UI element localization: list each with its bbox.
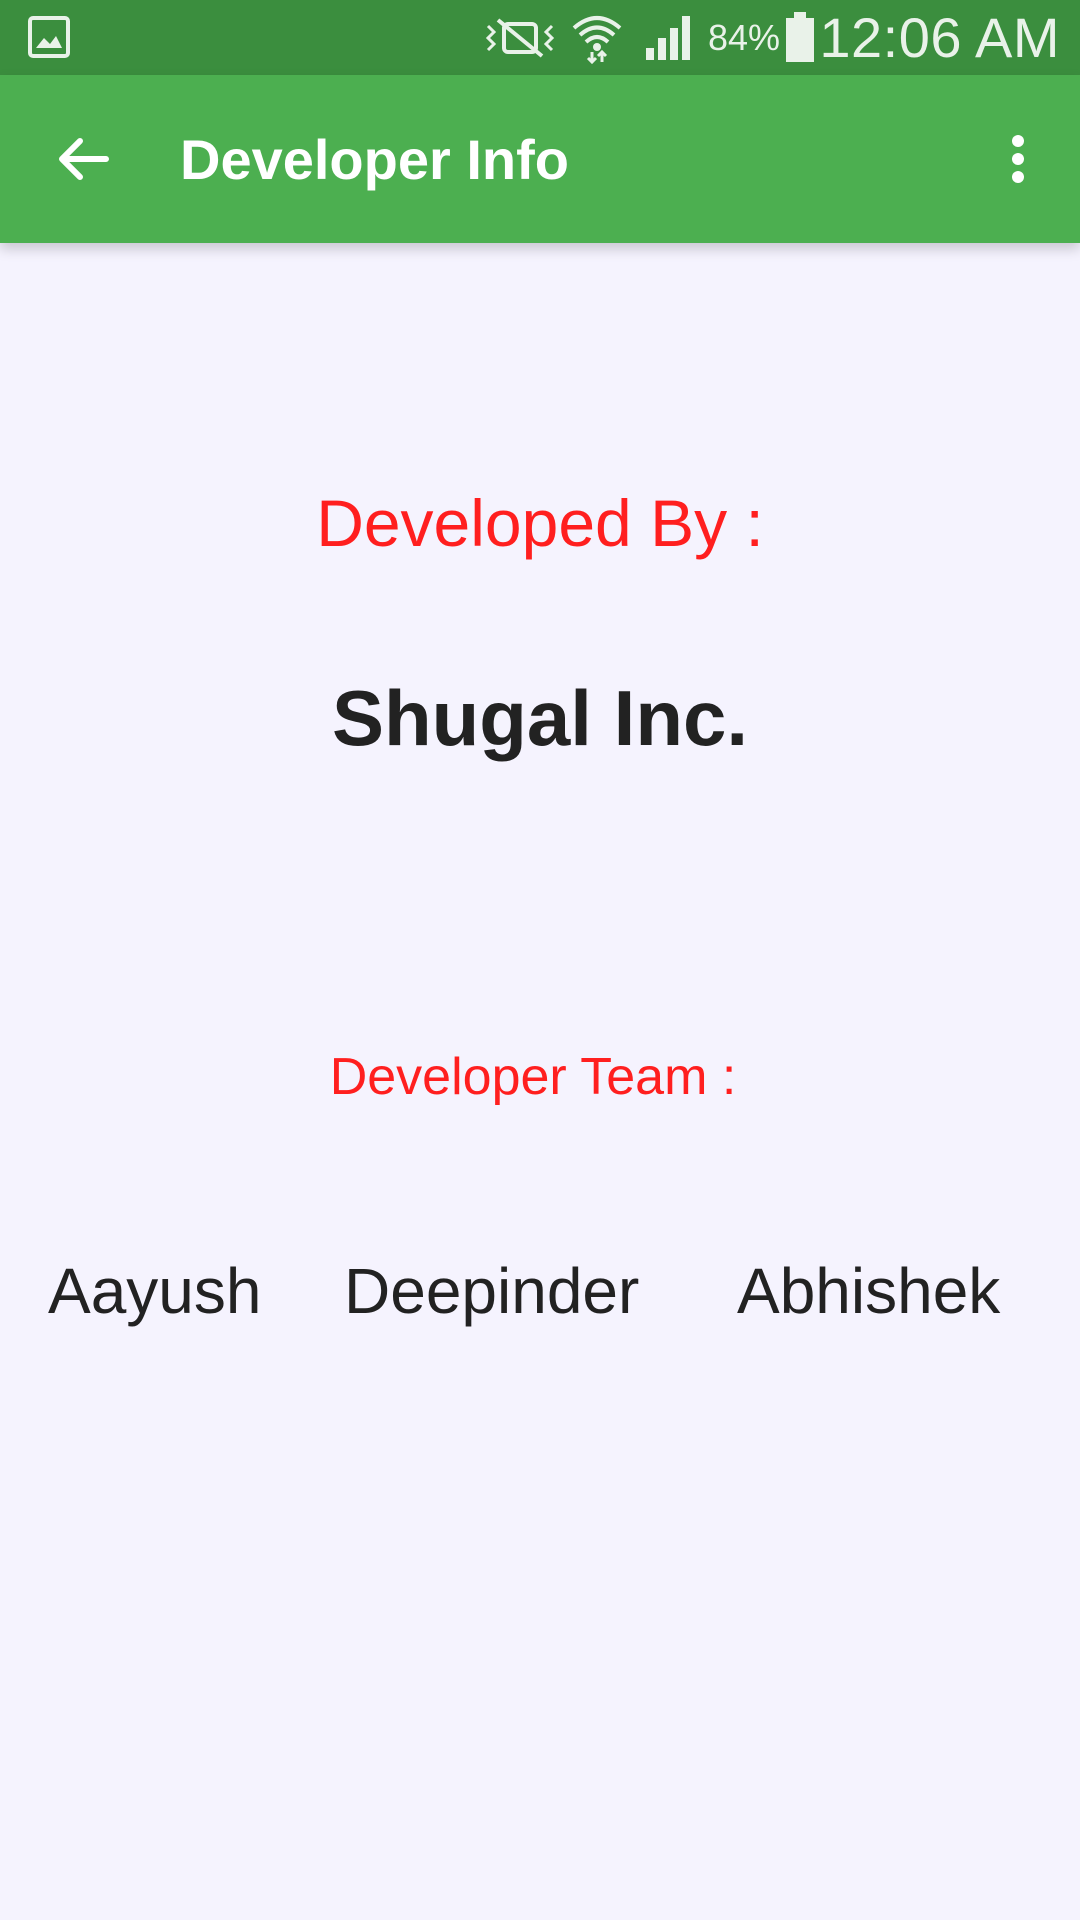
team-member: Aayush	[48, 1255, 262, 1327]
arrow-back-icon[interactable]	[52, 127, 116, 191]
battery-icon	[786, 12, 814, 62]
app-bar: Developer Info	[0, 75, 1080, 243]
developer-team-label: Developer Team :	[329, 1048, 737, 1106]
team-member: Deepinder	[344, 1255, 640, 1327]
gallery-icon	[28, 16, 70, 58]
company-name: Shugal Inc.	[331, 674, 749, 762]
status-bar: 84% 12:06 AM	[0, 0, 1080, 75]
developed-by-label: Developed By :	[316, 486, 764, 560]
more-vert-icon[interactable]	[986, 127, 1050, 191]
battery-percent: 84%	[708, 17, 781, 58]
mute-vibrate-icon	[485, 18, 555, 58]
page-title: Developer Info	[180, 128, 569, 191]
wifi-icon	[572, 16, 622, 64]
status-clock: 12:06 AM	[819, 6, 1060, 69]
team-member: Abhishek	[737, 1255, 1001, 1327]
developer-info-content: Developed By : Shugal Inc. Developer Tea…	[0, 243, 1080, 1920]
signal-icon	[646, 16, 690, 60]
